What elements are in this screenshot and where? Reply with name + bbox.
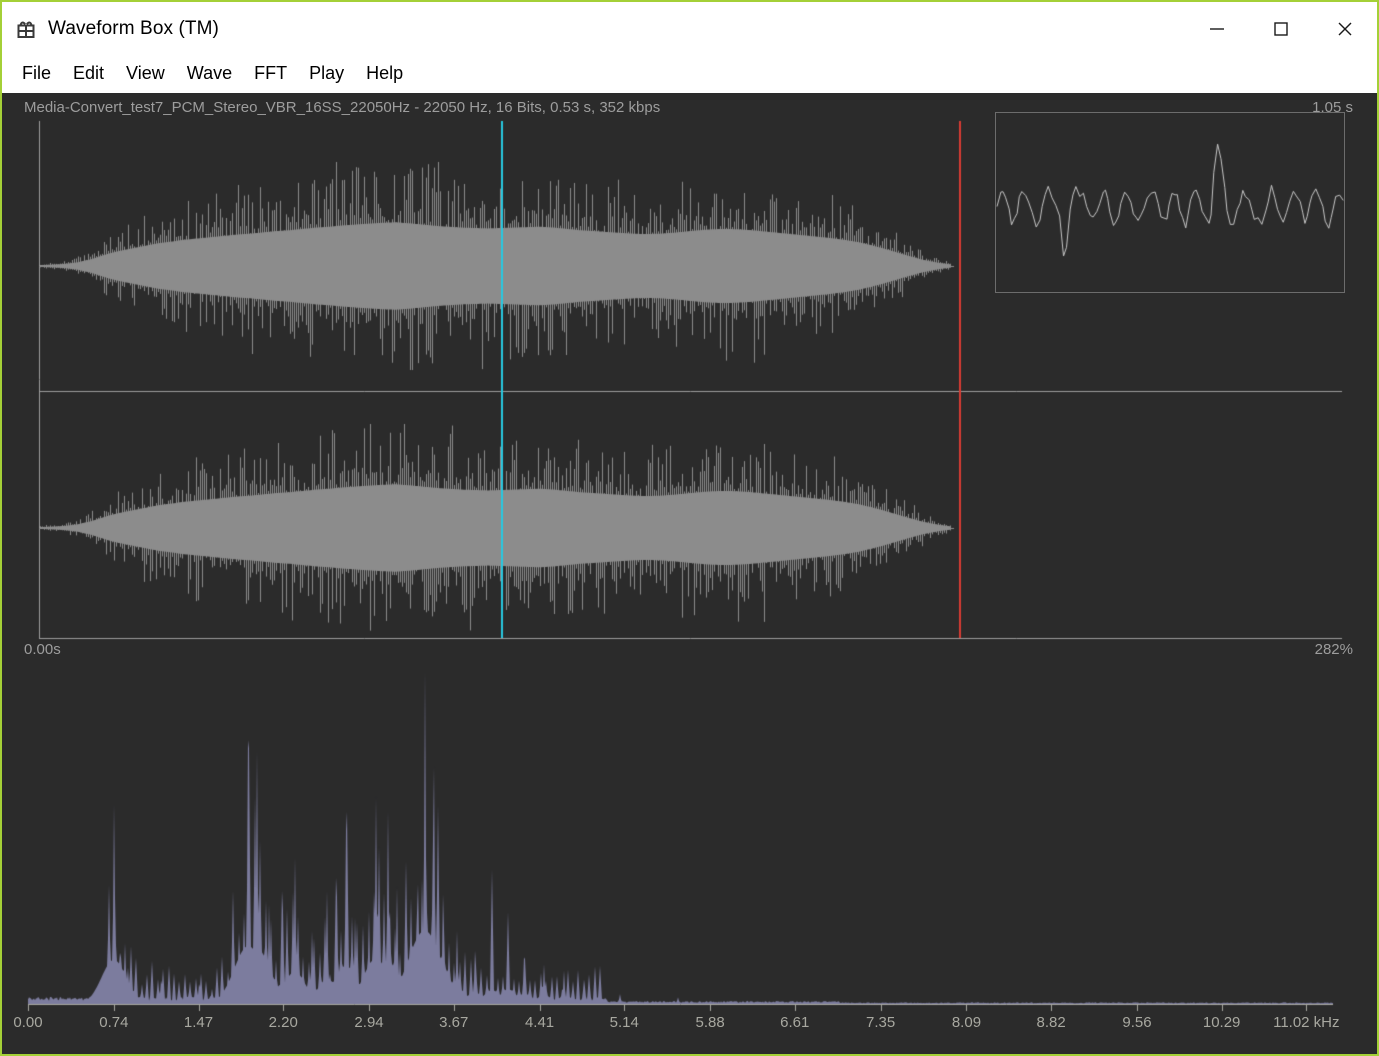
window-controls [1185, 2, 1377, 55]
title-bar: Waveform Box (TM) [2, 2, 1377, 55]
menu-item-edit[interactable]: Edit [62, 60, 115, 88]
file-info-label: Media-Convert_test7_PCM_Stereo_VBR_16SS_… [24, 99, 661, 116]
maximize-button[interactable] [1249, 2, 1313, 55]
fft-tick-label: 5.14 [609, 1014, 639, 1031]
fft-panel[interactable]: 0.00 0.74 1.47 2.20 2.94 3.67 4.41 5.14 5.88 6.61… [2, 656, 1377, 1041]
fft-axis-tick-labels: 0.00 0.74 1.47 2.20 2.94 3.67 4.41 5.14 5.88 6.61… [2, 1004, 1377, 1034]
waveform-panel[interactable]: Media-Convert_test7_PCM_Stereo_VBR_16SS_… [2, 93, 1377, 658]
menu-item-help[interactable]: Help [355, 60, 414, 88]
menu-item-file[interactable]: File [11, 60, 62, 88]
fft-spectrum-canvas[interactable] [2, 656, 1377, 1041]
fft-tick-label: 2.94 [354, 1014, 384, 1031]
fft-tick-label: 0.00 [13, 1014, 43, 1031]
close-icon [1338, 22, 1352, 35]
close-button[interactable] [1313, 2, 1377, 55]
menu-item-view[interactable]: View [115, 60, 176, 88]
fft-tick-label: 11.02 kHz [1273, 1014, 1340, 1031]
fft-tick-label: 8.82 [1036, 1014, 1066, 1031]
fft-tick-label: 1.47 [183, 1014, 214, 1031]
fft-tick-label: 6.61 [780, 1014, 810, 1031]
window-title: Waveform Box (TM) [48, 17, 219, 39]
fft-tick-label: 9.56 [1122, 1014, 1152, 1031]
fft-tick-label: 4.41 [524, 1014, 555, 1031]
zoomed-sample-canvas [996, 113, 1344, 292]
fft-tick-label: 7.35 [865, 1014, 896, 1031]
menu-item-play[interactable]: Play [298, 60, 355, 88]
zoomed-sample-inset [995, 112, 1345, 293]
minimize-button[interactable] [1185, 2, 1249, 55]
gift-box-icon [16, 19, 36, 39]
menu-item-wave[interactable]: Wave [176, 60, 243, 88]
fft-tick-label: 0.74 [99, 1014, 129, 1031]
fft-tick-label: 8.09 [951, 1014, 982, 1031]
menu-bar: File Edit View Wave FFT Play Help [2, 55, 1377, 93]
fft-tick-label: 5.88 [695, 1014, 725, 1031]
app-window: Waveform Box (TM) File Edit View Wave FF… [0, 0, 1379, 1056]
menu-item-fft[interactable]: FFT [243, 60, 298, 88]
fft-tick-label: 10.29 [1202, 1014, 1241, 1031]
maximize-icon [1274, 21, 1288, 36]
minimize-icon [1210, 27, 1224, 30]
fft-tick-label: 3.67 [439, 1014, 469, 1031]
fft-tick-label: 2.20 [268, 1014, 298, 1031]
client-area: Media-Convert_test7_PCM_Stereo_VBR_16SS_… [2, 93, 1377, 1054]
